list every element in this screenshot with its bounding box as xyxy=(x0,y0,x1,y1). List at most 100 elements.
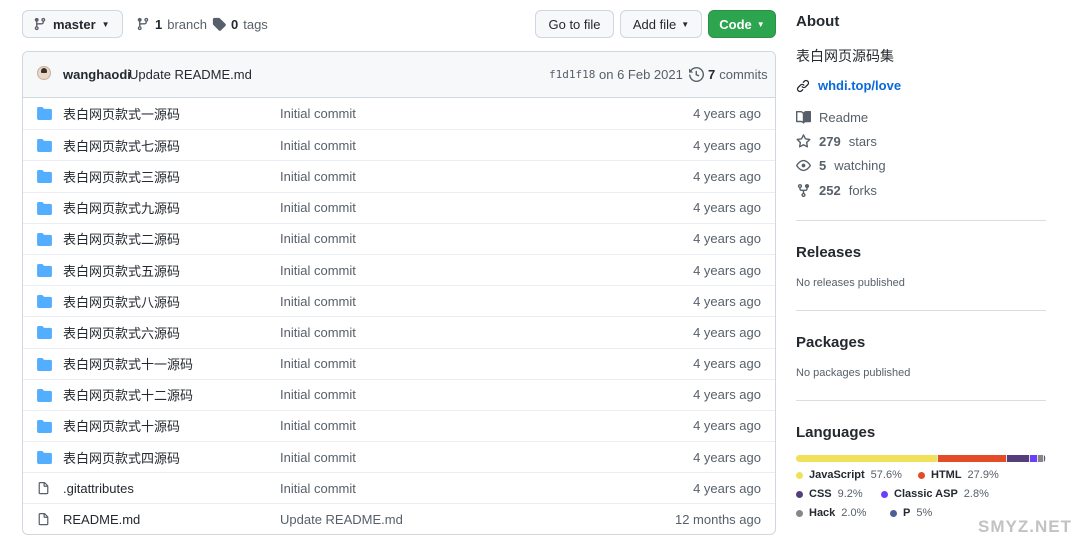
file-commit-message[interactable]: Initial commit xyxy=(280,106,356,121)
file-commit-message[interactable]: Initial commit xyxy=(280,200,356,215)
language-item[interactable]: JavaScript 57.6% xyxy=(796,469,902,481)
tag-icon xyxy=(212,17,226,31)
file-icon xyxy=(37,512,51,526)
file-row[interactable]: 表白网页款式六源码 Initial commit 4 years ago xyxy=(23,316,775,347)
file-commit-age: 4 years ago xyxy=(693,356,761,372)
file-name-link[interactable]: 表白网页款式二源码 xyxy=(63,229,180,248)
file-name-link[interactable]: 表白网页款式六源码 xyxy=(63,323,180,342)
history-icon xyxy=(689,67,704,82)
code-label: Code xyxy=(719,16,752,32)
file-name-link[interactable]: .gitattributes xyxy=(63,481,134,496)
forks-link[interactable]: 252 forks xyxy=(796,183,877,198)
tag-word: tags xyxy=(243,16,268,32)
watermark-text: SMYZ.NET xyxy=(978,517,1072,536)
folder-icon xyxy=(37,139,52,153)
releases-heading[interactable]: Releases xyxy=(796,244,861,261)
file-name-link[interactable]: 表白网页款式九源码 xyxy=(63,198,180,217)
file-name-link[interactable]: 表白网页款式四源码 xyxy=(63,448,180,467)
file-commit-message[interactable]: Initial commit xyxy=(280,325,356,340)
file-commit-message[interactable]: Initial commit xyxy=(280,418,356,433)
language-item[interactable]: HTML 27.9% xyxy=(918,469,999,481)
file-commit-age: 12 months ago xyxy=(674,512,761,528)
readme-link[interactable]: Readme xyxy=(796,110,868,125)
sidebar-divider xyxy=(796,220,1046,221)
repo-forked-icon xyxy=(796,183,811,198)
file-commit-message[interactable]: Update README.md xyxy=(280,512,403,527)
latest-commit-bar: wanghaodi Update README.md f1d1f18 on 6 … xyxy=(23,52,775,98)
homepage-link[interactable]: whdi.top/love xyxy=(796,78,901,93)
branches-link[interactable]: 1 branch xyxy=(136,10,207,38)
file-row[interactable]: 表白网页款式三源码 Initial commit 4 years ago xyxy=(23,160,775,191)
watchers-link[interactable]: 5 watching xyxy=(796,158,886,173)
file-commit-message[interactable]: Initial commit xyxy=(280,356,356,371)
packages-heading[interactable]: Packages xyxy=(796,334,865,351)
file-name-link[interactable]: 表白网页款式十一源码 xyxy=(63,354,193,373)
file-name-link[interactable]: 表白网页款式八源码 xyxy=(63,292,180,311)
commits-link[interactable]: 7 commits xyxy=(689,67,768,82)
stars-link[interactable]: 279 stars xyxy=(796,134,877,149)
file-name-link[interactable]: 表白网页款式十源码 xyxy=(63,416,180,435)
code-button[interactable]: Code ▼ xyxy=(708,10,776,38)
language-percent: 27.9% xyxy=(967,469,999,481)
commit-count-word: commits xyxy=(719,67,768,82)
tags-link[interactable]: 0 tags xyxy=(212,10,268,38)
file-commit-age: 4 years ago xyxy=(693,449,761,465)
add-file-button[interactable]: Add file ▼ xyxy=(620,10,702,38)
caret-down-icon: ▼ xyxy=(756,19,765,29)
branch-select-button[interactable]: master ▼ xyxy=(22,10,123,38)
file-row[interactable]: 表白网页款式九源码 Initial commit 4 years ago xyxy=(23,191,775,223)
language-item[interactable]: CSS 9.2% xyxy=(796,488,863,500)
file-commit-message[interactable]: Initial commit xyxy=(280,231,356,246)
file-name-link[interactable]: 表白网页款式七源码 xyxy=(63,136,180,155)
language-item[interactable]: Hack 2.0% xyxy=(796,507,866,519)
repo-description: 表白网页源码集 xyxy=(796,48,894,64)
file-commit-age: 4 years ago xyxy=(693,324,761,340)
language-color-dot xyxy=(881,490,888,498)
file-commit-message[interactable]: Initial commit xyxy=(280,169,356,184)
file-commit-message[interactable]: Initial commit xyxy=(280,481,356,496)
file-row[interactable]: 表白网页款式十二源码 Initial commit 4 years ago xyxy=(23,378,775,410)
file-row[interactable]: 表白网页款式十源码 Initial commit 4 years ago xyxy=(23,409,775,441)
file-name-link[interactable]: 表白网页款式五源码 xyxy=(63,261,180,280)
avatar[interactable] xyxy=(37,66,51,80)
file-name-link[interactable]: README.md xyxy=(63,512,140,527)
language-item[interactable]: Classic ASP 2.8% xyxy=(881,488,989,500)
file-row[interactable]: 表白网页款式五源码 Initial commit 4 years ago xyxy=(23,253,775,285)
file-commit-message[interactable]: Initial commit xyxy=(280,387,356,402)
commit-message[interactable]: Update README.md xyxy=(129,67,252,82)
go-to-file-button[interactable]: Go to file xyxy=(535,10,614,38)
language-item[interactable]: P 5% xyxy=(890,507,932,519)
file-row[interactable]: 表白网页款式十一源码 Initial commit 4 years ago xyxy=(23,347,775,379)
forks-word: forks xyxy=(848,183,877,198)
file-row[interactable]: .gitattributes Initial commit 4 years ago xyxy=(23,472,775,503)
file-row[interactable]: 表白网页款式四源码 Initial commit 4 years ago xyxy=(23,441,775,472)
file-name-link[interactable]: 表白网页款式一源码 xyxy=(63,104,180,123)
homepage-url: whdi.top/love xyxy=(818,78,902,93)
file-list: 表白网页款式一源码 Initial commit 4 years ago 表白网页款式… xyxy=(23,98,775,534)
folder-icon xyxy=(37,170,52,184)
file-commit-message[interactable]: Initial commit xyxy=(280,263,356,278)
language-bar xyxy=(796,455,1046,462)
commit-count: 7 xyxy=(708,67,716,82)
commit-sha[interactable]: f1d1f18 xyxy=(549,68,595,81)
file-row[interactable]: 表白网页款式一源码 Initial commit 4 years ago xyxy=(23,98,775,129)
file-commit-age: 4 years ago xyxy=(693,231,761,247)
file-commit-age: 4 years ago xyxy=(693,137,761,153)
file-row[interactable]: 表白网页款式七源码 Initial commit 4 years ago xyxy=(23,129,775,160)
language-bar-segment xyxy=(796,455,937,462)
file-name-link[interactable]: 表白网页款式十二源码 xyxy=(63,385,193,404)
file-commit-message[interactable]: Initial commit xyxy=(280,450,356,465)
language-bar-segment xyxy=(1037,455,1043,462)
folder-icon xyxy=(37,263,52,277)
file-row[interactable]: 表白网页款式八源码 Initial commit 4 years ago xyxy=(23,285,775,316)
language-percent: 2.8% xyxy=(963,488,989,500)
file-name-link[interactable]: 表白网页款式三源码 xyxy=(63,167,180,186)
file-row[interactable]: 表白网页款式二源码 Initial commit 4 years ago xyxy=(23,222,775,254)
file-commit-message[interactable]: Initial commit xyxy=(280,294,356,309)
language-percent: 9.2% xyxy=(837,488,863,500)
file-row[interactable]: README.md Update README.md 12 months ago xyxy=(23,503,775,534)
watching-count: 5 xyxy=(819,158,827,173)
file-commit-message[interactable]: Initial commit xyxy=(280,138,356,153)
packages-empty-text: No packages published xyxy=(796,367,911,379)
commit-author[interactable]: wanghaodi xyxy=(63,67,131,82)
